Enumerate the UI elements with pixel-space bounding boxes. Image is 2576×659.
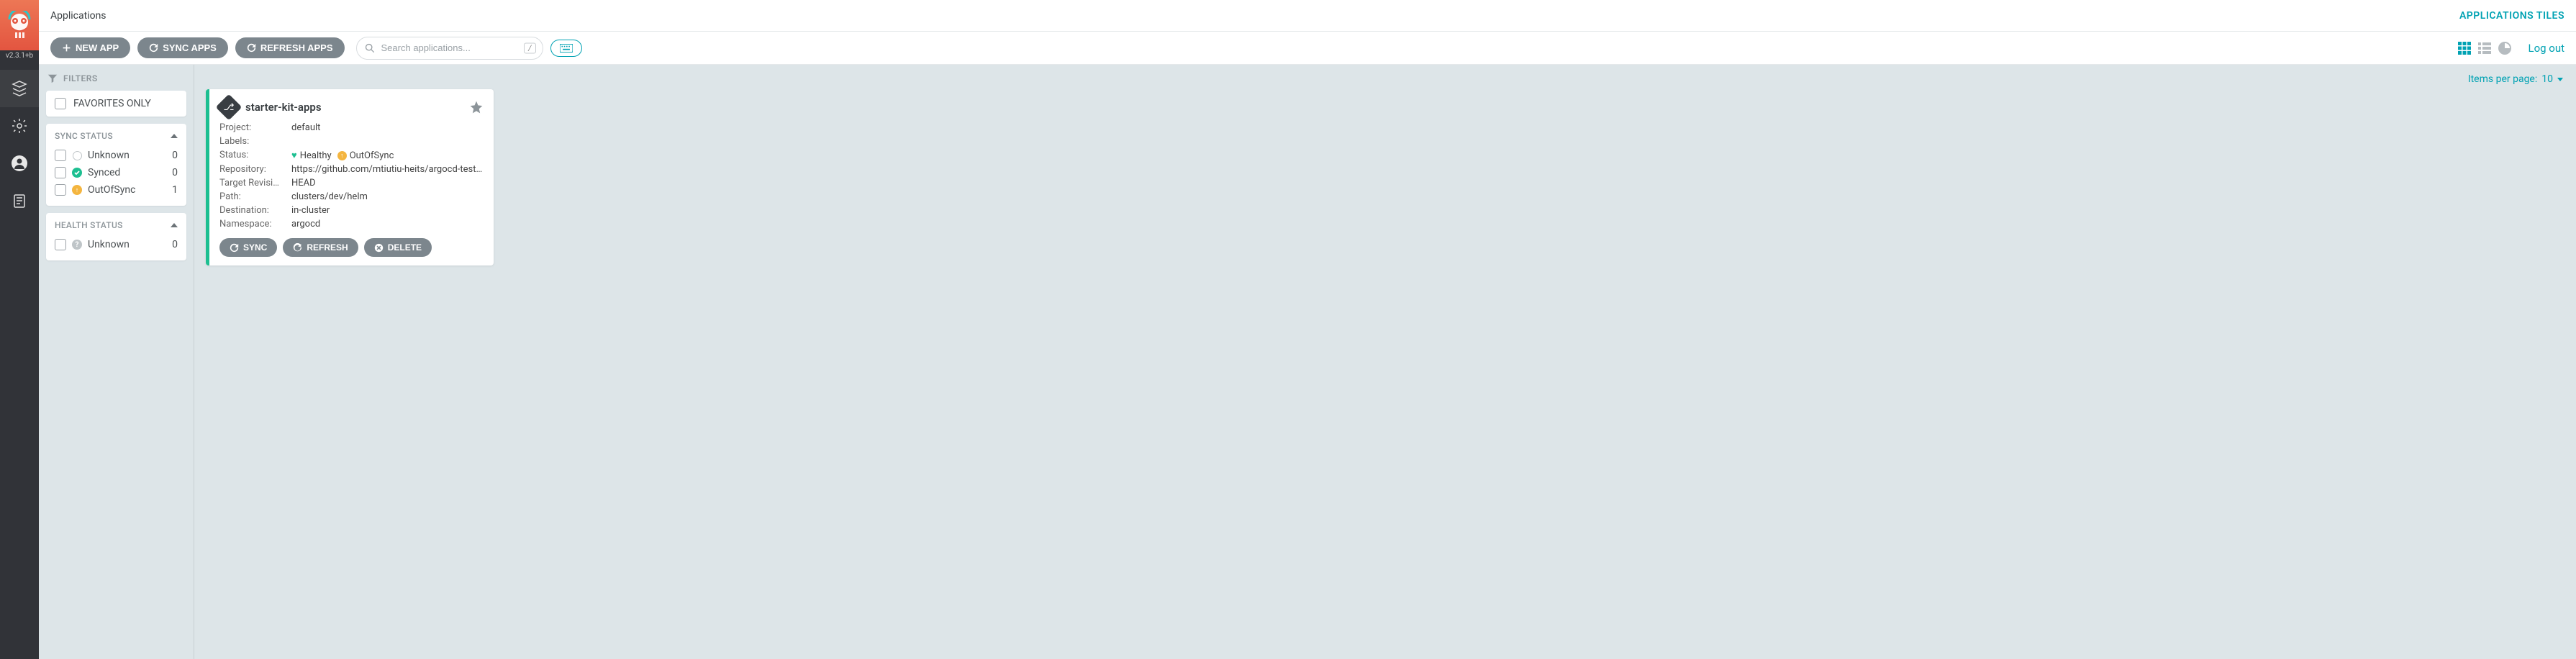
kv-key: Path: (219, 191, 291, 202)
keyboard-icon (560, 44, 573, 53)
checkbox-icon (55, 167, 66, 178)
new-app-button[interactable]: NEW APP (50, 37, 130, 58)
kv-value: default (291, 122, 484, 133)
pagination-label: Items per page: (2468, 73, 2537, 85)
kv-value: clusters/dev/helm (291, 191, 484, 202)
kv-value: argocd (291, 219, 484, 229)
card-sync-button[interactable]: SYNC (219, 238, 277, 257)
health-status-filter-card: HEALTH STATUS ? Unknown 0 (46, 213, 186, 260)
checkbox-icon (55, 150, 66, 161)
favorite-star-icon[interactable] (469, 100, 484, 114)
sync-icon (230, 243, 239, 253)
search-icon (365, 43, 375, 53)
unknown-health-icon: ? (72, 240, 82, 250)
sync-status-heading[interactable]: SYNC STATUS (55, 131, 178, 141)
filter-label: Unknown (88, 150, 130, 161)
application-card[interactable]: ⎇ starter-kit-apps Project:default Label… (206, 89, 494, 265)
checkbox-icon (55, 184, 66, 196)
chevron-up-icon (171, 134, 178, 138)
view-pie-icon[interactable] (2498, 41, 2512, 55)
favorites-only-toggle[interactable]: FAVORITES ONLY (55, 98, 178, 109)
sync-icon (149, 43, 158, 53)
synced-status-icon (72, 168, 82, 178)
sync-apps-label: SYNC APPS (163, 42, 217, 53)
filter-label: Synced (88, 167, 120, 178)
kv-value (291, 136, 484, 147)
sync-apps-button[interactable]: SYNC APPS (137, 37, 228, 58)
logout-link[interactable]: Log out (2528, 42, 2564, 55)
sync-filter-synced[interactable]: Synced 0 (55, 164, 178, 181)
kv-value: https://github.com/mtiutiu-heits/argocd-… (291, 164, 484, 175)
favorites-filter-card: FAVORITES ONLY (46, 91, 186, 117)
sync-filter-outofsync[interactable]: ↑ OutOfSync 1 (55, 181, 178, 199)
new-app-label: NEW APP (76, 42, 119, 53)
filter-label: Unknown (88, 239, 130, 250)
version-label: v2.3.1+b (6, 52, 33, 60)
slash-hint: / (524, 42, 535, 53)
breadcrumb: Applications (50, 10, 106, 22)
nav-applications[interactable] (0, 70, 39, 107)
kv-key: Labels: (219, 136, 291, 147)
refresh-apps-label: REFRESH APPS (260, 42, 333, 53)
filter-label: OutOfSync (88, 184, 135, 196)
kv-key: Repository: (219, 164, 291, 175)
content-area: Items per page: 10 ⎇ starter-kit-apps Pr… (194, 65, 2576, 659)
argo-logo (0, 0, 39, 50)
chevron-up-icon (171, 223, 178, 227)
pagination-value: 10 (2541, 73, 2553, 85)
plus-icon (62, 43, 71, 53)
filter-icon (47, 73, 58, 83)
search-wrap: / (356, 37, 543, 60)
filters-heading: FILTERS (46, 72, 186, 83)
kv-key: Status: (219, 150, 291, 161)
app-icon: ⎇ (216, 94, 242, 121)
heart-icon: ♥ (291, 150, 297, 161)
header: Applications APPLICATIONS TILES (39, 0, 2576, 32)
kv-value: HEAD (291, 178, 484, 188)
refresh-apps-button[interactable]: REFRESH APPS (235, 37, 345, 58)
view-list-icon[interactable] (2477, 41, 2492, 55)
filter-count: 1 (172, 184, 178, 196)
nav-settings[interactable] (0, 107, 39, 145)
kv-key: Destination: (219, 205, 291, 216)
card-delete-button[interactable]: DELETE (364, 238, 432, 257)
nav-rail: v2.3.1+b (0, 0, 39, 659)
keyboard-chip-button[interactable] (550, 40, 582, 57)
kv-key: Target Revisi… (219, 178, 291, 188)
favorites-only-label: FAVORITES ONLY (73, 98, 151, 109)
page-title: APPLICATIONS TILES (2459, 10, 2564, 22)
items-per-page[interactable]: Items per page: 10 (206, 72, 2564, 89)
unknown-status-icon (72, 150, 82, 160)
health-filter-unknown[interactable]: ? Unknown 0 (55, 236, 178, 253)
filter-count: 0 (172, 167, 178, 178)
refresh-icon (293, 243, 302, 253)
nav-user[interactable] (0, 145, 39, 182)
kv-value: in-cluster (291, 205, 484, 216)
search-input[interactable] (356, 37, 543, 60)
nav-docs[interactable] (0, 182, 39, 219)
refresh-icon (247, 43, 256, 53)
outofsync-icon: ↑ (337, 151, 347, 160)
sync-filter-unknown[interactable]: Unknown 0 (55, 147, 178, 164)
app-title: starter-kit-apps (245, 101, 322, 114)
checkbox-icon (55, 98, 66, 109)
health-status-heading[interactable]: HEALTH STATUS (55, 220, 178, 230)
kv-key: Namespace: (219, 219, 291, 229)
view-toggle (2457, 41, 2512, 55)
kv-key: Project: (219, 122, 291, 133)
filters-sidebar: FILTERS FAVORITES ONLY SYNC STATUS (39, 65, 194, 659)
status-value: ♥ Healthy ↑ OutOfSync (291, 150, 484, 161)
outofsync-status-icon: ↑ (72, 185, 82, 195)
filter-count: 0 (172, 150, 178, 161)
caret-down-icon (2557, 78, 2563, 81)
delete-icon (374, 243, 384, 253)
view-tiles-icon[interactable] (2457, 41, 2472, 55)
filter-count: 0 (172, 239, 178, 250)
sync-status-filter-card: SYNC STATUS Unknown 0 Synced 0 (46, 124, 186, 206)
card-refresh-button[interactable]: REFRESH (283, 238, 358, 257)
toolbar: NEW APP SYNC APPS REFRESH APPS / (39, 32, 2576, 65)
checkbox-icon (55, 239, 66, 250)
